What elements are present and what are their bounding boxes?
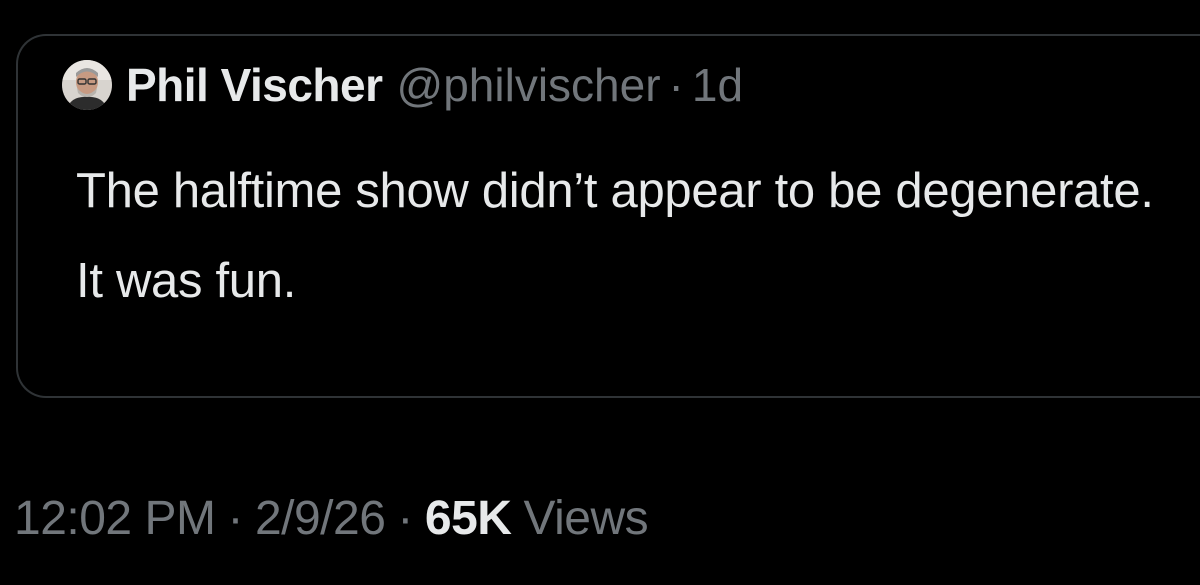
tweet-time-ago[interactable]: 1d bbox=[692, 58, 743, 112]
tweet-meta: 12:02 PM · 2/9/26 · 65K Views bbox=[14, 491, 649, 546]
avatar[interactable] bbox=[62, 60, 112, 110]
views-label: Views bbox=[523, 492, 649, 545]
views-count: 65K bbox=[424, 492, 512, 545]
user-avatar-photo-icon bbox=[62, 60, 112, 110]
quoted-tweet-header: Phil Vischer @philvischer · 1d bbox=[62, 58, 743, 112]
tweet-timestamp-date[interactable]: 2/9/26 bbox=[255, 491, 386, 546]
author-display-name[interactable]: Phil Vischer bbox=[126, 58, 383, 112]
tweet-timestamp-time[interactable]: 12:02 PM bbox=[14, 491, 216, 546]
meta-separator: · bbox=[227, 492, 243, 545]
header-separator: · bbox=[668, 59, 684, 111]
tweet-page: Phil Vischer @philvischer · 1d The halft… bbox=[0, 0, 1200, 585]
author-handle[interactable]: @philvischer bbox=[397, 58, 661, 112]
quoted-tweet-text: The halftime show didn’t appear to be de… bbox=[76, 164, 1154, 308]
meta-separator: · bbox=[397, 492, 413, 545]
